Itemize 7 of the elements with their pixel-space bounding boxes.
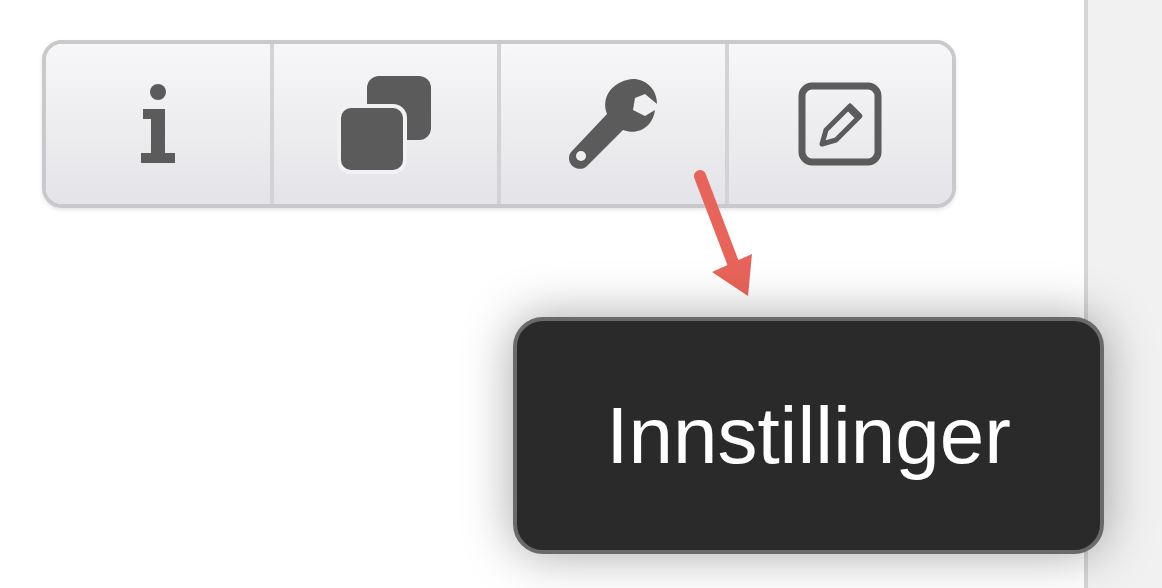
settings-button[interactable] — [497, 44, 725, 204]
edit-button[interactable] — [724, 44, 952, 204]
info-button[interactable] — [46, 44, 270, 204]
copy-button[interactable] — [269, 44, 497, 204]
edit-icon — [798, 82, 883, 166]
tooltip-text: Innstillinger — [606, 391, 1011, 480]
copy-icon — [337, 74, 434, 174]
